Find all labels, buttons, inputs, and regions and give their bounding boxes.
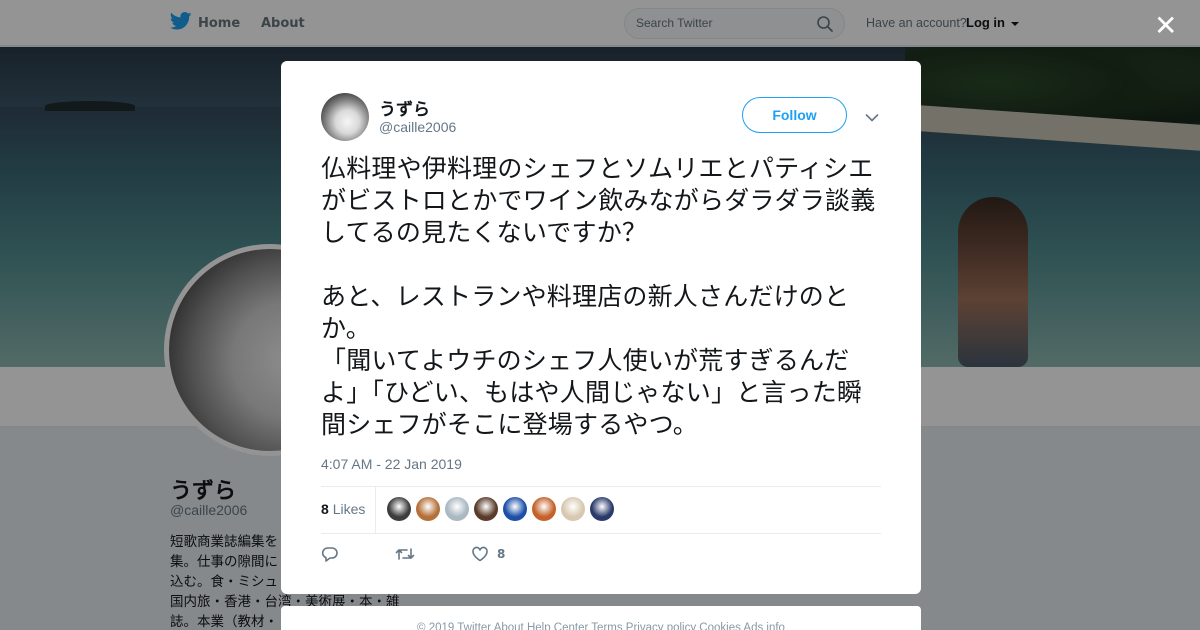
follow-button[interactable]: Follow: [742, 97, 847, 133]
tweet-author-handle[interactable]: @caille2006: [379, 119, 456, 135]
reply-icon: [321, 547, 338, 562]
liker-avatar[interactable]: [503, 497, 527, 521]
like-button[interactable]: 8: [471, 545, 505, 563]
tweet-author-name[interactable]: うずら: [379, 95, 430, 120]
likes-stat[interactable]: 8 Likes: [321, 501, 365, 517]
liker-avatars: [387, 497, 614, 521]
tweet-text: 仏料理や伊料理のシェフとソムリエとパティシエがビストロとかでワイン飲みながらダラ…: [321, 154, 876, 439]
like-action-count: 8: [497, 547, 506, 561]
stats-separator: [375, 487, 376, 533]
heart-icon: [472, 546, 488, 562]
avatar[interactable]: [321, 93, 369, 141]
retweet-button[interactable]: [395, 545, 415, 563]
likes-label: Likes: [332, 501, 366, 517]
liker-avatar[interactable]: [561, 497, 585, 521]
liker-avatar[interactable]: [445, 497, 469, 521]
likes-count: 8: [321, 501, 329, 517]
liker-avatar[interactable]: [532, 497, 556, 521]
retweet-icon: [395, 548, 415, 560]
close-icon[interactable]: ✕: [1154, 12, 1177, 40]
reply-button[interactable]: [321, 545, 339, 563]
tweet-timestamp[interactable]: 4:07 AM - 22 Jan 2019: [321, 456, 462, 472]
tweet-actions: 8: [321, 545, 561, 563]
liker-avatar[interactable]: [387, 497, 411, 521]
tweet-modal: うずら @caille2006 Follow 仏料理や伊料理のシェフとソムリエと…: [281, 61, 921, 594]
liker-avatar[interactable]: [474, 497, 498, 521]
page-footer: © 2019 Twitter About Help Center Terms P…: [281, 606, 921, 630]
chevron-down-icon[interactable]: [865, 108, 879, 127]
divider: [321, 486, 881, 487]
liker-avatar[interactable]: [416, 497, 440, 521]
footer-links[interactable]: © 2019 Twitter About Help Center Terms P…: [281, 622, 921, 630]
divider: [321, 533, 881, 534]
liker-avatar[interactable]: [590, 497, 614, 521]
